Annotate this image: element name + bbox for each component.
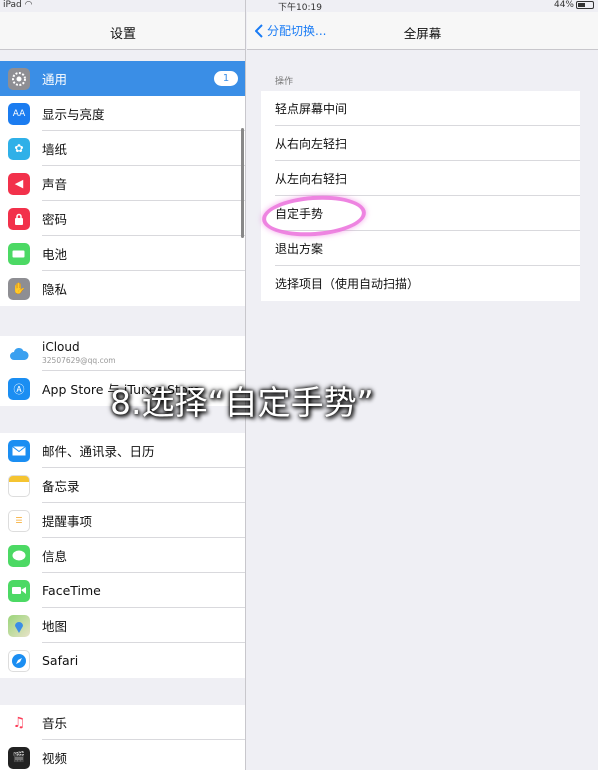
sidebar-item-general[interactable]: 通用 1 — [0, 61, 245, 96]
sidebar-item-label: FaceTime — [42, 583, 101, 598]
safari-icon — [8, 649, 30, 672]
device-name: iPad ◠ — [3, 0, 33, 10]
gear-icon — [8, 67, 30, 90]
instruction-caption: 8.选择“自定手势” — [110, 383, 374, 422]
sidebar-item-label: 视频 — [42, 751, 68, 766]
sidebar-item-label: 地图 — [42, 619, 68, 634]
text-size-icon: AA — [8, 102, 30, 125]
hand-icon: ✋ — [8, 277, 30, 300]
sidebar-item-label: 音乐 — [42, 716, 68, 731]
sidebar-item-label: Safari — [42, 653, 79, 668]
battery-icon — [8, 242, 30, 265]
cloud-icon — [8, 343, 30, 365]
battery-percent: 44% — [553, 0, 574, 10]
sidebar-item-messages[interactable]: 信息 — [0, 538, 245, 573]
sidebar-item-sounds[interactable]: ◀ 声音 — [0, 166, 245, 201]
notification-badge: 1 — [214, 71, 238, 86]
sidebar-item-passcode[interactable]: 密码 — [0, 201, 245, 236]
sidebar-item-label: iCloud — [42, 340, 80, 354]
option-label: 轻点屏幕中间 — [275, 102, 348, 116]
option-select-item[interactable]: 选择项目（使用自动扫描） — [261, 266, 580, 301]
sidebar-item-safari[interactable]: Safari — [0, 643, 245, 678]
sidebar-item-label: 声音 — [42, 177, 68, 192]
scrollbar[interactable] — [241, 128, 244, 238]
option-label: 选择项目（使用自动扫描） — [275, 277, 420, 291]
section-header: 操作 — [275, 77, 294, 87]
sidebar-item-privacy[interactable]: ✋ 隐私 — [0, 271, 245, 306]
sidebar-item-label: 信息 — [42, 549, 68, 564]
sidebar-item-notes[interactable]: 备忘录 — [0, 468, 245, 503]
video-icon: 🎬 — [8, 746, 30, 769]
option-swipe-right-to-left[interactable]: 从右向左轻扫 — [261, 126, 580, 161]
lock-icon — [8, 207, 30, 230]
option-label: 从右向左轻扫 — [275, 137, 348, 151]
sidebar-item-label: 邮件、通讯录、日历 — [42, 444, 155, 459]
status-time: 下午10:19 — [278, 3, 322, 13]
option-tap-middle[interactable]: 轻点屏幕中间 — [261, 91, 580, 126]
sidebar-item-maps[interactable]: 地图 — [0, 608, 245, 643]
sidebar-item-label: 电池 — [42, 247, 68, 262]
sidebar-title: 设置 — [109, 27, 136, 42]
sidebar-item-videos[interactable]: 🎬 视频 — [0, 740, 245, 770]
sidebar-header: 设置 — [0, 12, 245, 50]
sidebar-item-display[interactable]: AA 显示与亮度 — [0, 96, 245, 131]
music-icon: ♫ — [8, 711, 30, 734]
icloud-account-email: 32507629@qq.com — [42, 356, 116, 365]
reminders-icon: ☰ — [8, 509, 30, 532]
option-label: 从左向右轻扫 — [275, 172, 348, 186]
sidebar-item-label: 隐私 — [42, 282, 68, 297]
sidebar-item-wallpaper[interactable]: ✿ 墙纸 — [0, 131, 245, 166]
wallpaper-icon: ✿ — [8, 137, 30, 160]
notes-icon — [8, 474, 30, 497]
option-swipe-left-to-right[interactable]: 从左向右轻扫 — [261, 161, 580, 196]
sidebar-item-battery[interactable]: 电池 — [0, 236, 245, 271]
wifi-icon: ◠ — [24, 0, 33, 10]
message-icon — [8, 544, 30, 567]
facetime-icon — [8, 579, 30, 602]
option-label: 退出方案 — [275, 242, 324, 256]
sidebar-item-icloud[interactable]: iCloud 32507629@qq.com — [0, 336, 245, 371]
sidebar-item-mail[interactable]: 邮件、通讯录、日历 — [0, 433, 245, 468]
speaker-icon: ◀ — [8, 172, 30, 195]
sidebar-item-music[interactable]: ♫ 音乐 — [0, 705, 245, 740]
detail-header: 分配切换... 全屏幕 — [247, 12, 598, 50]
maps-icon — [8, 614, 30, 637]
mail-icon — [8, 439, 30, 462]
sidebar-item-label: 提醒事项 — [42, 514, 93, 529]
battery-status: 44% — [554, 0, 594, 10]
sidebar-item-label: 通用 — [42, 72, 68, 87]
sidebar-item-reminders[interactable]: ☰ 提醒事项 — [0, 503, 245, 538]
page-title: 全屏幕 — [403, 26, 442, 41]
sidebar-item-label: 密码 — [42, 212, 68, 227]
sidebar-item-facetime[interactable]: FaceTime — [0, 573, 245, 608]
sidebar-item-label: 显示与亮度 — [42, 107, 105, 122]
status-bar: iPad ◠ 下午10:19 44% — [0, 0, 598, 13]
appstore-icon: Ⓐ — [8, 377, 30, 400]
battery-indicator-icon — [576, 1, 594, 9]
sidebar-item-label: 墙纸 — [42, 142, 68, 157]
sidebar-item-label: 备忘录 — [42, 479, 80, 494]
